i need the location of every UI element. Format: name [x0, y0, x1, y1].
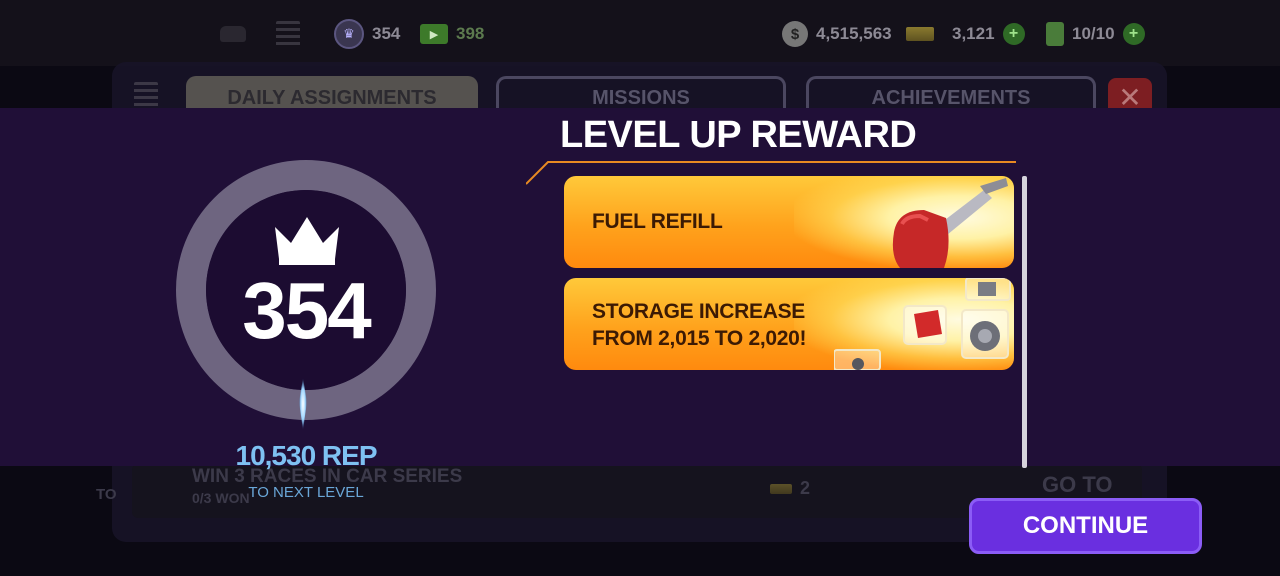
reward-card-label-line1: STORAGE INCREASE — [592, 300, 806, 323]
continue-button[interactable]: CONTINUE — [969, 498, 1202, 554]
goto-button[interactable]: GO TO — [1042, 472, 1113, 498]
assignment-to-label: TO — [96, 486, 117, 503]
rep-to-next-caption: TO NEXT LEVEL — [248, 484, 364, 501]
progress-spark-icon — [299, 378, 307, 430]
dollar-icon: $ — [782, 21, 808, 47]
reward-title: LEVEL UP REWARD — [560, 114, 917, 156]
garage-button[interactable] — [220, 20, 246, 48]
reward-card-storage: STORAGE INCREASE FROM 2,015 TO 2,020! — [564, 278, 1014, 370]
gold-display: 3,121 + — [906, 20, 1025, 48]
ticket-icon: ▶ — [420, 24, 448, 44]
add-gold-button[interactable]: + — [1002, 23, 1025, 45]
gold-bars-icon — [770, 483, 792, 494]
cash-display: $ 4,515,563 — [782, 20, 892, 48]
gold-bars-icon — [906, 27, 934, 41]
top-hud: ♛ 354 ▶ 398 $ 4,515,563 3,121 + 10/10 + — [0, 0, 1280, 66]
tickets-display: ▶ 398 — [420, 20, 484, 48]
reward-card-label-line2: FROM 2,015 TO 2,020! — [592, 327, 807, 350]
fuel-pump-icon — [1046, 22, 1064, 46]
fuel-display: 10/10 + — [1046, 20, 1145, 48]
car-parts-icon — [834, 278, 1011, 370]
reward-card-label: FUEL REFILL — [592, 210, 723, 233]
crown-icon — [275, 217, 339, 265]
gold-value: 3,121 — [952, 24, 995, 43]
assignments-icon — [276, 21, 300, 47]
fuel-nozzle-icon — [892, 178, 1008, 268]
reward-list-scrollbar[interactable] — [1022, 176, 1027, 468]
add-fuel-button[interactable]: + — [1122, 23, 1145, 45]
crown-icon: ♛ — [334, 19, 364, 49]
cash-value: 4,515,563 — [816, 24, 892, 43]
panel-list-icon — [134, 82, 158, 108]
tickets-value: 398 — [456, 24, 485, 43]
level-number: 354 — [242, 266, 371, 355]
reward-card-fuel: FUEL REFILL — [564, 176, 1014, 268]
assignments-button[interactable] — [276, 20, 300, 48]
car-icon — [220, 26, 246, 42]
fuel-value: 10/10 — [1072, 24, 1115, 43]
rep-level-value: 354 — [372, 24, 401, 43]
rep-level-display: ♛ 354 — [334, 19, 401, 49]
rep-to-next-value: 10,530 REP — [235, 440, 378, 471]
assignment-reward: 2 — [770, 478, 810, 499]
